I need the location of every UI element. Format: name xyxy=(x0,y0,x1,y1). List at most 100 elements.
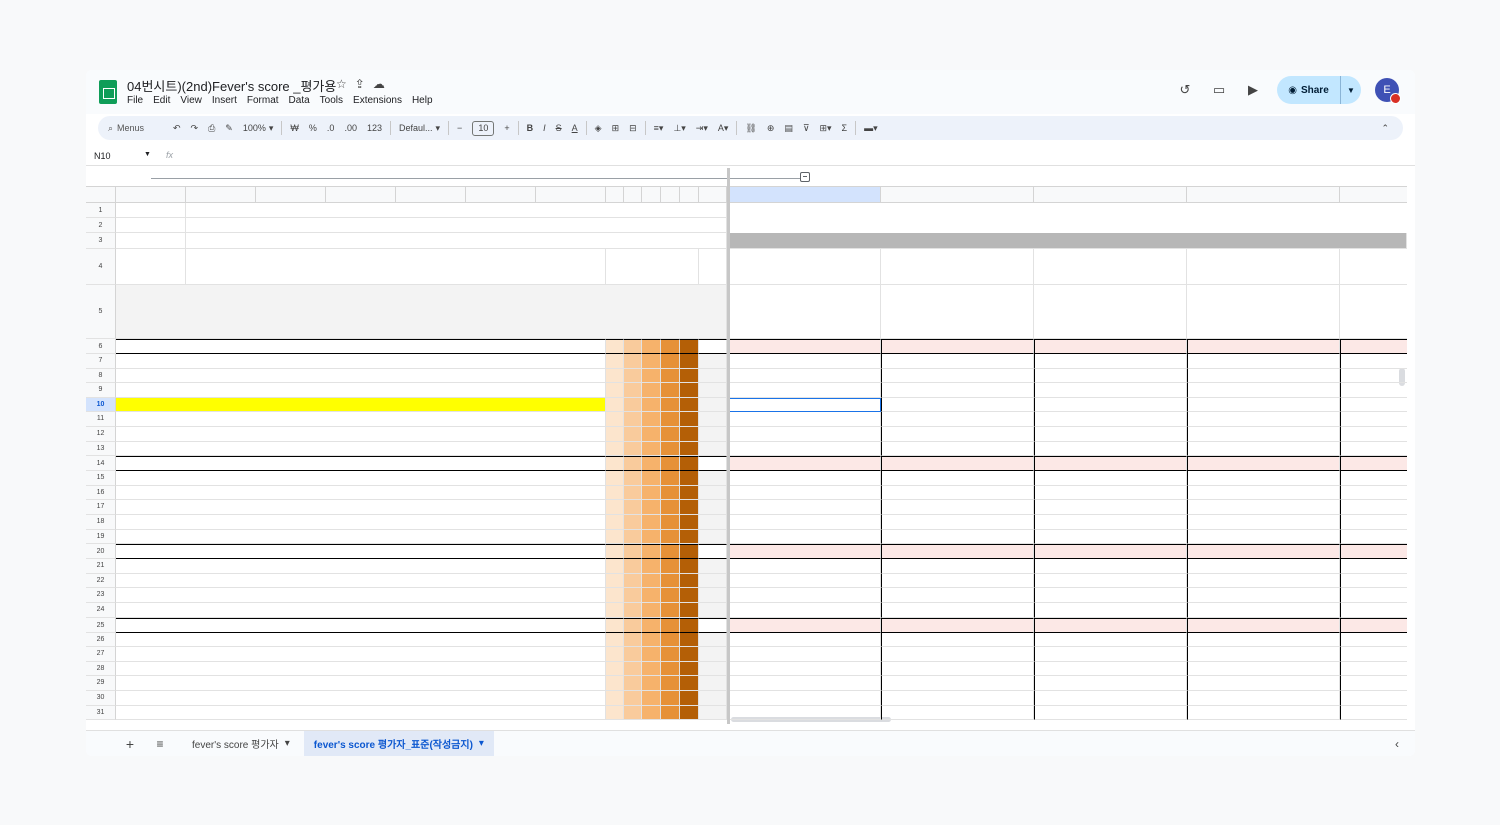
scale-input-cell[interactable] xyxy=(606,691,624,706)
scale-input-cell[interactable] xyxy=(624,471,642,486)
candidate-input-cell[interactable] xyxy=(1187,676,1340,691)
scale-input-cell[interactable] xyxy=(680,515,699,530)
redo-button[interactable]: ↷ xyxy=(186,116,204,140)
candidate-input-cell[interactable] xyxy=(1340,427,1407,442)
candidate-input-cell[interactable] xyxy=(1034,691,1187,706)
scale-input-cell[interactable] xyxy=(624,368,642,384)
candidate-input-cell[interactable] xyxy=(881,529,1034,545)
row-header[interactable]: 4 xyxy=(86,249,116,285)
add-sheet-button[interactable]: + xyxy=(120,736,140,752)
scale-input-cell[interactable] xyxy=(661,529,680,545)
scale-input-cell[interactable] xyxy=(606,573,624,589)
candidate-input-cell[interactable] xyxy=(1187,559,1340,574)
column-header-g[interactable] xyxy=(536,187,606,203)
candidate-input-cell[interactable] xyxy=(1187,632,1340,648)
scale-input-cell[interactable] xyxy=(661,354,680,369)
scale-input-cell[interactable] xyxy=(642,603,661,618)
scale-input-cell[interactable] xyxy=(624,427,642,442)
number-format-button[interactable]: 123 xyxy=(362,116,387,140)
candidate-score-cell[interactable] xyxy=(881,617,1034,633)
scale-input-cell[interactable] xyxy=(624,412,642,427)
column-header-d[interactable] xyxy=(326,187,396,203)
tab-fever-score[interactable]: fever's score 평가자 ▾ xyxy=(182,731,300,757)
scale-input-cell[interactable] xyxy=(680,485,699,501)
scale-input-cell[interactable] xyxy=(642,500,661,515)
menus-search[interactable]: ⌕ Menus xyxy=(98,123,168,134)
scale-input-cell[interactable] xyxy=(606,529,624,545)
candidate-input-cell[interactable] xyxy=(1034,471,1187,486)
selected-cell[interactable] xyxy=(727,397,881,413)
scale-input-cell[interactable] xyxy=(661,676,680,691)
font-size-decrease[interactable]: − xyxy=(452,116,467,140)
scale-input-cell[interactable] xyxy=(680,383,699,398)
scale-input-cell[interactable] xyxy=(642,441,661,457)
candidate-input-cell[interactable] xyxy=(881,661,1034,677)
menu-extensions[interactable]: Extensions xyxy=(353,95,402,106)
scale-input-cell[interactable] xyxy=(624,515,642,530)
row-header[interactable]: 3 xyxy=(86,233,116,249)
tab-fever-score-standard[interactable]: fever's score 평가자_표준(작성금지) ▾ xyxy=(303,730,494,756)
decrease-decimal-button[interactable]: .0 xyxy=(322,116,340,140)
candidate-score-cell[interactable] xyxy=(727,617,881,633)
column-header-j[interactable] xyxy=(642,187,661,203)
scale-input-cell[interactable] xyxy=(642,705,661,721)
row-header[interactable]: 5 xyxy=(86,285,116,339)
candidate-desc-cell[interactable] xyxy=(1340,285,1407,339)
scale-input-cell[interactable] xyxy=(624,529,642,545)
undo-button[interactable]: ↶ xyxy=(168,116,186,140)
scale-input-cell[interactable] xyxy=(661,427,680,442)
candidate-input-cell[interactable] xyxy=(727,354,881,369)
row-header[interactable]: 10 xyxy=(86,397,116,413)
font-size-increase[interactable]: + xyxy=(499,116,514,140)
scale-input-cell[interactable] xyxy=(680,559,699,574)
scale-input-cell[interactable] xyxy=(661,515,680,530)
column-header-i[interactable] xyxy=(624,187,642,203)
candidate-input-cell[interactable] xyxy=(1187,500,1340,515)
column-header-extra[interactable] xyxy=(1340,187,1407,203)
scale-input-cell[interactable] xyxy=(642,691,661,706)
zoom-select[interactable]: 100% ▾ xyxy=(238,116,279,140)
candidate-score-cell[interactable] xyxy=(727,456,881,472)
candidate-input-cell[interactable] xyxy=(1034,647,1187,662)
scale-input-cell[interactable] xyxy=(661,573,680,589)
candidate-input-cell[interactable] xyxy=(727,705,881,721)
comments-icon[interactable]: ▭ xyxy=(1209,80,1229,100)
candidate-input-cell[interactable] xyxy=(1187,471,1340,486)
scale-input-cell[interactable] xyxy=(606,397,624,413)
candidate-input-cell[interactable] xyxy=(1034,354,1187,369)
candidate-input-cell[interactable] xyxy=(881,588,1034,603)
candidate-input-cell[interactable] xyxy=(881,485,1034,501)
candidate-input-cell[interactable] xyxy=(881,383,1034,398)
candidate-input-cell[interactable] xyxy=(727,471,881,486)
paint-format-button[interactable]: ✎ xyxy=(220,116,238,140)
borders-icon[interactable]: ⊞ xyxy=(607,116,625,140)
scale-input-cell[interactable] xyxy=(642,647,661,662)
candidate-score-cell[interactable] xyxy=(1187,544,1340,560)
font-select[interactable]: Defaul... ▾ xyxy=(394,116,445,140)
candidate-score-cell[interactable] xyxy=(1187,456,1340,472)
insert-link-icon[interactable]: ⛓ xyxy=(740,116,761,140)
row-header[interactable]: 29 xyxy=(86,676,116,691)
scale-input-cell[interactable] xyxy=(642,383,661,398)
row-header[interactable]: 18 xyxy=(86,515,116,530)
candidate-desc-cell[interactable] xyxy=(727,285,881,339)
scale-input-cell[interactable] xyxy=(680,354,699,369)
scale-input-cell[interactable] xyxy=(661,485,680,501)
scale-input-cell[interactable] xyxy=(661,441,680,457)
candidate-input-cell[interactable] xyxy=(1034,485,1187,501)
candidate-score-cell[interactable] xyxy=(881,544,1034,560)
scale-input-cell[interactable] xyxy=(642,559,661,574)
menu-format[interactable]: Format xyxy=(247,95,279,106)
candidate-input-cell[interactable] xyxy=(1340,500,1407,515)
candidate-desc-cell[interactable] xyxy=(1034,285,1187,339)
scale-input-cell[interactable] xyxy=(661,368,680,384)
scale-input-cell[interactable] xyxy=(624,383,642,398)
meet-icon[interactable]: ▶ xyxy=(1243,80,1263,100)
menu-help[interactable]: Help xyxy=(412,95,433,106)
scale-input-cell[interactable] xyxy=(642,632,661,648)
scale-input-cell[interactable] xyxy=(680,647,699,662)
candidate-input-cell[interactable] xyxy=(1340,383,1407,398)
candidate-input-cell[interactable] xyxy=(881,368,1034,384)
candidate-input-cell[interactable] xyxy=(727,485,881,501)
scale-input-cell[interactable] xyxy=(680,529,699,545)
